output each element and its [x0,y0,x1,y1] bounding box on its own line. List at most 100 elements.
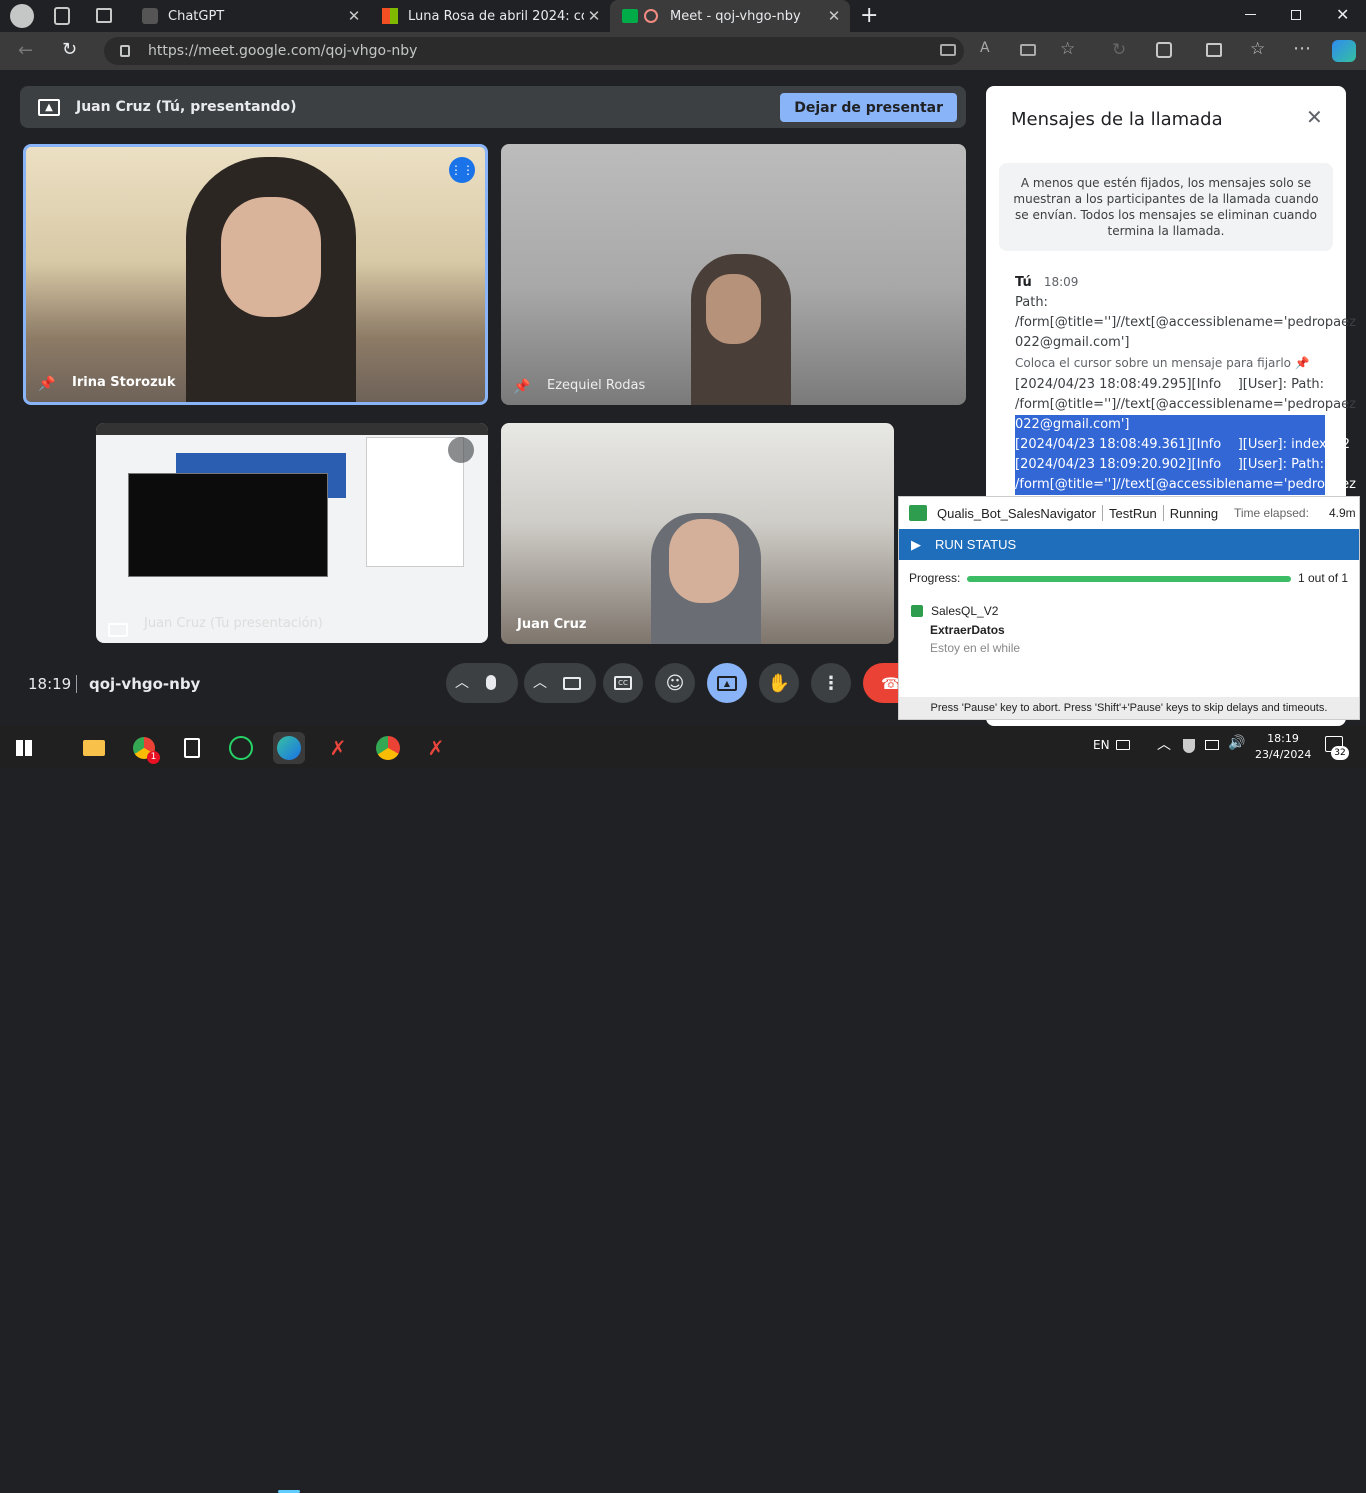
windows-taskbar: 1 ✗ ✗ EN ︿ 🔊 18:19 23/4/2024 32 [0,726,1366,1493]
raise-hand-button[interactable]: ✋ [759,663,799,703]
file-explorer-icon[interactable] [78,732,110,764]
uipath-robot-icon[interactable]: ✗ [322,732,354,764]
edge-icon[interactable] [273,732,305,764]
network-icon[interactable] [1205,740,1219,750]
chrome-icon[interactable] [372,732,404,764]
pin-icon[interactable]: 📌 [1295,356,1310,370]
participant-name: Ezequiel Rodas [547,378,646,393]
clock[interactable]: 18:19 23/4/2024 [1255,731,1311,763]
elapsed-label: Time elapsed: [1234,506,1309,520]
stop-presenting-button[interactable]: Dejar de presentar [780,93,957,122]
tab-luna-rosa[interactable]: Luna Rosa de abril 2024: cómo ve ✕ [370,0,610,32]
tab-meet[interactable]: Meet - qoj-vhgo-nby ✕ [610,0,850,32]
restore-button[interactable] [1291,10,1301,20]
close-window-button[interactable]: ✕ [1336,5,1349,24]
start-button[interactable] [8,732,40,764]
progress-text: 1 out of 1 [1298,571,1349,585]
whatsapp-icon[interactable] [225,732,257,764]
profile-avatar[interactable] [10,4,34,28]
tab-chatgpt[interactable]: ChatGPT ✕ [130,0,370,32]
split-screen-icon[interactable] [1206,43,1222,57]
chrome-profile-icon[interactable]: 1 [128,732,160,764]
elapsed-value: 4.9m [1329,506,1356,520]
present-screen-icon: ▲ [717,675,737,691]
camera-icon[interactable] [563,677,581,690]
meeting-code: qoj-vhgo-nby [89,675,201,693]
refresh-icon[interactable]: ↻ [62,39,77,60]
more-options-button[interactable]: ⋮ [811,663,851,703]
present-screen-icon [108,623,128,637]
log-line: /form[@title='']//text[@accessiblename='… [1015,397,1356,412]
video-options-chevron-icon[interactable]: ︿ [533,672,547,692]
microsoft-logo-icon [382,8,398,24]
pin-hint-text: Coloca el cursor sobre un mensaje para f… [1015,356,1292,370]
message-header: Tú 18:09 [1015,272,1325,293]
run-status-header[interactable]: ▶ RUN STATUS [899,529,1359,560]
present-now-button[interactable]: ▲ [707,663,747,703]
shared-console-window [128,473,328,577]
participant-name: Irina Storozuk [72,375,176,390]
extensions-icon[interactable] [1156,42,1172,58]
pin-hint: Coloca el cursor sobre un mensaje para f… [1015,353,1325,373]
tab-label: Meet - qoj-vhgo-nby [670,8,801,24]
person-face [669,519,739,603]
close-tab-icon[interactable]: ✕ [584,7,604,25]
new-tab-button[interactable]: + [860,3,878,28]
chat-body: Tú 18:09 Path: /form[@title='']//text[@a… [1015,272,1356,495]
more-menu-icon[interactable]: ⋯ [1293,38,1311,59]
module-name: SalesQL_V2 [931,604,999,618]
pin-icon[interactable]: 📌 [38,376,55,392]
favorite-star-icon[interactable]: ☆ [1060,39,1075,59]
message-line: Path: [1015,295,1048,310]
screen-share-tile[interactable]: Juan Cruz (Tu presentación) [96,423,488,643]
copilot-icon[interactable] [1332,40,1356,62]
camera-permission-icon[interactable] [940,44,956,56]
sender: Tú [1015,275,1032,290]
progress-track [967,576,1291,582]
language-indicator[interactable]: EN [1093,738,1110,752]
app-available-icon[interactable] [1020,44,1036,56]
muted-icon [448,437,474,463]
volume-icon[interactable]: 🔊 [1228,735,1245,751]
uipath-studio-icon[interactable]: ✗ [420,732,452,764]
captions-button[interactable]: CC [603,663,643,703]
tab-label: Luna Rosa de abril 2024: cómo ve [408,8,584,24]
refresh-extension-icon[interactable]: ↻ [1112,40,1126,60]
back-icon[interactable]: ← [18,40,33,61]
participant-tile-ezequiel[interactable]: 📌 Ezequiel Rodas [501,144,966,405]
epic-games-icon[interactable] [176,732,208,764]
minimize-button[interactable] [1245,14,1256,15]
run-titlebar: Qualis_Bot_SalesNavigator TestRun Runnin… [899,497,1359,529]
chat-title: Mensajes de la llamada [1011,109,1223,130]
read-aloud-icon[interactable]: A [980,40,990,56]
microphone-icon[interactable] [486,675,496,690]
collections-icon[interactable] [54,7,70,25]
audio-options-chevron-icon[interactable]: ︿ [455,672,469,692]
reactions-button[interactable]: ☺ [655,663,695,703]
bot-run-window: Qualis_Bot_SalesNavigator TestRun Runnin… [898,496,1360,720]
shared-browser-tabbar [96,423,488,435]
url-field[interactable]: https://meet.google.com/qoj-vhgo-nby [104,37,964,65]
hand-icon: ✋ [767,672,791,694]
captions-icon: CC [614,676,632,690]
pin-icon[interactable]: 📌 [513,379,530,395]
chat-notice: A menos que estén fijados, los mensajes … [999,163,1333,251]
keyboard-icon[interactable] [1116,740,1130,750]
recording-icon [644,9,658,23]
close-tab-icon[interactable]: ✕ [344,7,364,25]
show-hidden-icons-icon[interactable]: ︿ [1157,734,1171,754]
defender-icon[interactable] [1183,739,1195,753]
participant-tile-juan[interactable]: Juan Cruz [501,423,894,644]
module-icon [911,605,923,617]
person-face [221,197,321,317]
presenting-label: Juan Cruz (Tú, presentando) [76,99,297,115]
robot-flag-icon [909,505,927,521]
step-name: ExtraerDatos [930,623,1005,637]
close-panel-icon[interactable]: ✕ [1306,105,1323,129]
participant-tile-irina[interactable]: ⋮⋮ 📌 Irina Storozuk [23,144,488,405]
windows-logo-icon [16,740,32,756]
close-tab-icon[interactable]: ✕ [824,7,844,25]
more-vert-icon: ⋮ [822,672,840,694]
tab-actions-icon[interactable] [96,8,112,23]
favorites-icon[interactable]: ☆ [1250,39,1265,59]
